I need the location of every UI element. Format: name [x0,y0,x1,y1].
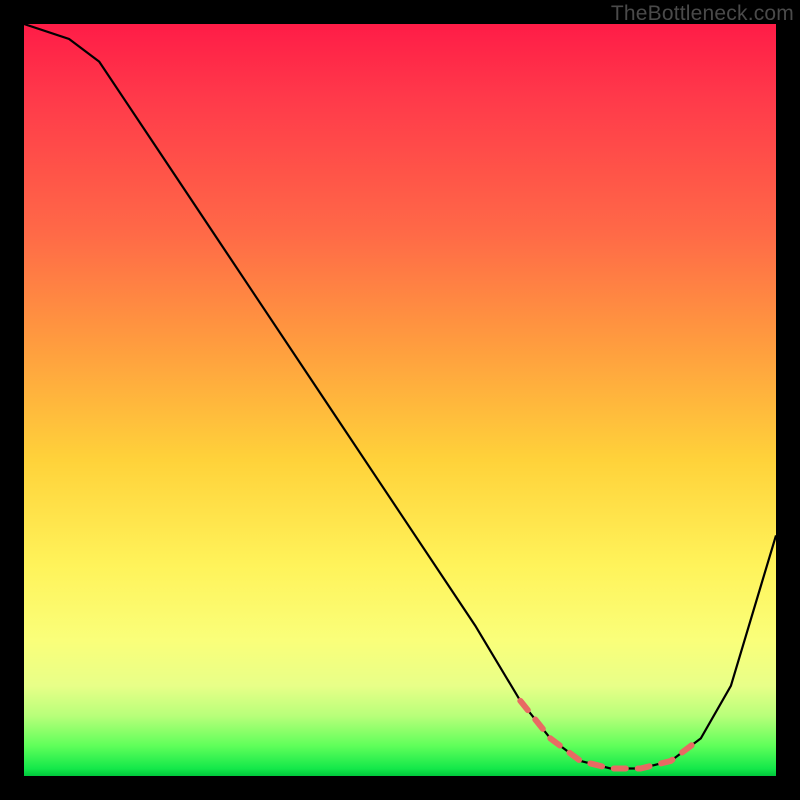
chart-stage: TheBottleneck.com [0,0,800,800]
chart-plot-area [24,24,776,776]
watermark-text: TheBottleneck.com [611,2,794,26]
bottleneck-curve-path [24,24,776,769]
curve-svg [24,24,776,776]
